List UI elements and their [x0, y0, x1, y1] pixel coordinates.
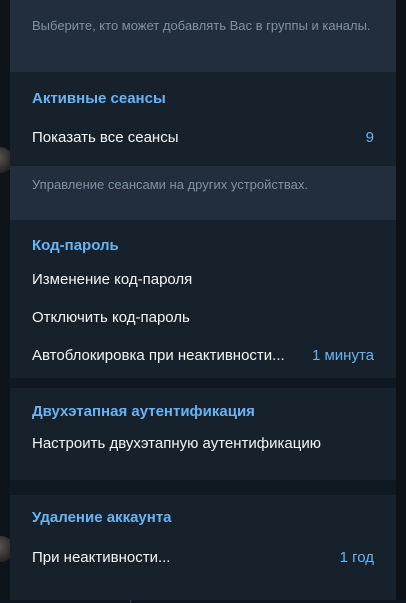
passcode-title: Код-пароль: [32, 237, 119, 254]
two-step-title: Двухэтапная аутентификация: [32, 403, 255, 420]
section-divider: [10, 480, 396, 495]
show-all-sessions-row[interactable]: Показать все сеансы 9: [10, 118, 396, 156]
sessions-count: 9: [365, 128, 374, 146]
passcode-section: Код-пароль Изменение код-пароля Отключит…: [10, 220, 396, 378]
active-sessions-title: Активные сеансы: [32, 90, 166, 107]
autolock-row[interactable]: Автоблокировка при неактивности... 1 мин…: [10, 336, 396, 374]
delete-if-inactive-row[interactable]: При неактивности... 1 год: [10, 538, 396, 576]
autolock-value: 1 минута: [311, 346, 374, 364]
section-divider: [10, 378, 396, 388]
change-passcode-label: Изменение код-пароля: [32, 270, 193, 288]
setup-two-step-label: Настроить двухэтапную аутентификацию: [32, 434, 321, 452]
groups-hint: Выберите, кто может добавлять Вас в груп…: [10, 0, 396, 72]
show-all-sessions-label: Показать все сеансы: [32, 128, 179, 146]
delete-if-inactive-label: При неактивности...: [32, 548, 171, 566]
sessions-hint: Управление сеансами на других устройства…: [10, 166, 396, 220]
privacy-security-panel: Выберите, кто может добавлять Вас в груп…: [10, 0, 396, 600]
delete-if-inactive-value: 1 год: [339, 548, 374, 566]
two-step-section: Двухэтапная аутентификация Настроить дву…: [10, 388, 396, 480]
autolock-label: Автоблокировка при неактивности...: [32, 346, 285, 364]
delete-account-section: Удаление аккаунта При неактивности... 1 …: [10, 495, 396, 576]
disable-passcode-row[interactable]: Отключить код-пароль: [10, 298, 396, 336]
background-scrollbar: [396, 0, 406, 600]
setup-two-step-row[interactable]: Настроить двухэтапную аутентификацию: [10, 424, 396, 462]
change-passcode-row[interactable]: Изменение код-пароля: [10, 260, 396, 298]
delete-account-title: Удаление аккаунта: [32, 509, 172, 526]
disable-passcode-label: Отключить код-пароль: [32, 308, 190, 326]
active-sessions-section: Активные сеансы Показать все сеансы 9: [10, 72, 396, 166]
